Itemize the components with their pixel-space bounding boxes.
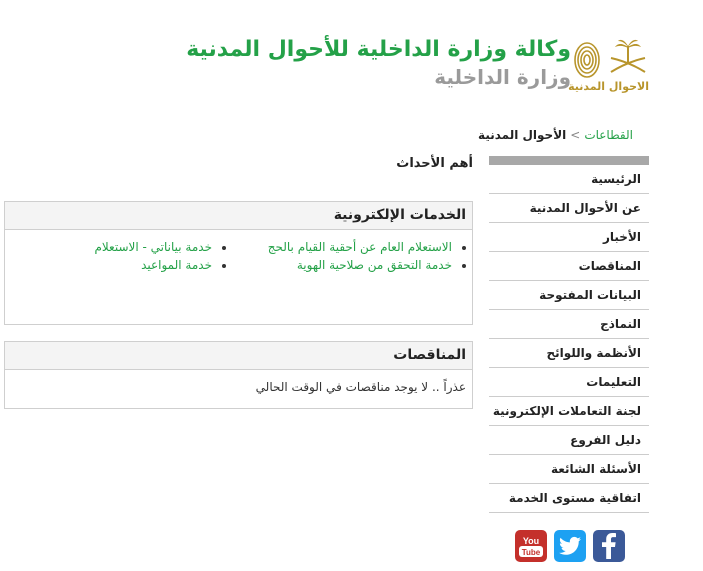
emblem-caption: الاحوال المدنية — [568, 80, 649, 93]
sidebar-item-open-data[interactable]: البيانات المفتوحة — [489, 281, 649, 310]
breadcrumb-sectors[interactable]: القطاعات — [584, 128, 633, 142]
sidebar-menu: الرئيسية عن الأحوال المدنية الأخبار المن… — [489, 156, 649, 513]
tenders-panel: المناقصات عذراً .. لا يوجد مناقصات في ال… — [4, 341, 473, 409]
breadcrumb-separator: > — [570, 128, 581, 142]
service-link-appointments[interactable]: خدمة المواعيد — [76, 256, 212, 274]
service-link-my-data-inquiry[interactable]: خدمة بياناتي - الاستعلام — [76, 238, 212, 256]
eservices-column-1: الاستعلام العام عن أحقية القيام بالحج خد… — [266, 238, 466, 274]
breadcrumb: القطاعات>الأحوال المدنية — [478, 128, 633, 142]
youtube-label-bottom: Tube — [522, 548, 541, 557]
eservices-panel: الخدمات الإلكترونية الاستعلام العام عن أ… — [4, 201, 473, 325]
sidebar-top-bar — [489, 156, 649, 165]
sidebar-item-news[interactable]: الأخبار — [489, 223, 649, 252]
site-logo-text[interactable]: وكالة وزارة الداخلية للأحوال المدنية وزا… — [186, 36, 571, 90]
sidebar-item-about[interactable]: عن الأحوال المدنية — [489, 194, 649, 223]
agency-name: وكالة وزارة الداخلية للأحوال المدنية — [186, 37, 571, 62]
breadcrumb-current: الأحوال المدنية — [478, 128, 567, 142]
sidebar-item-forms[interactable]: النماذج — [489, 310, 649, 339]
sidebar-item-sla[interactable]: اتفاقية مستوى الخدمة — [489, 484, 649, 513]
tenders-message: عذراً .. لا يوجد مناقصات في الوقت الحالي — [255, 380, 466, 394]
sidebar-item-etransactions-committee[interactable]: لجنة التعاملات الإلكترونية — [489, 397, 649, 426]
tenders-title: المناقصات — [5, 342, 472, 370]
twitter-icon[interactable] — [554, 530, 586, 562]
sidebar-item-regulations[interactable]: الأنظمة واللوائح — [489, 339, 649, 368]
facebook-icon[interactable] — [593, 530, 625, 562]
palm-swords-emblem-icon — [610, 39, 646, 73]
sidebar-item-instructions[interactable]: التعليمات — [489, 368, 649, 397]
service-link-hajj-eligibility[interactable]: الاستعلام العام عن أحقية القيام بالحج — [266, 238, 452, 256]
ministry-name: وزارة الداخلية — [434, 65, 571, 89]
sidebar-item-faq[interactable]: الأسئلة الشائعة — [489, 455, 649, 484]
top-events-heading: أهم الأحداث — [396, 156, 473, 171]
sidebar-item-home[interactable]: الرئيسية — [489, 165, 649, 194]
service-link-id-validity[interactable]: خدمة التحقق من صلاحية الهوية — [266, 256, 452, 274]
eservices-title: الخدمات الإلكترونية — [5, 202, 472, 230]
sidebar-item-tenders[interactable]: المناقصات — [489, 252, 649, 281]
sidebar-item-branches[interactable]: دليل الفروع — [489, 426, 649, 455]
youtube-icon[interactable]: You Tube — [515, 530, 547, 562]
youtube-label-top: You — [523, 536, 539, 546]
social-links: You Tube — [515, 530, 625, 562]
eservices-column-2: خدمة بياناتي - الاستعلام خدمة المواعيد — [76, 238, 226, 274]
